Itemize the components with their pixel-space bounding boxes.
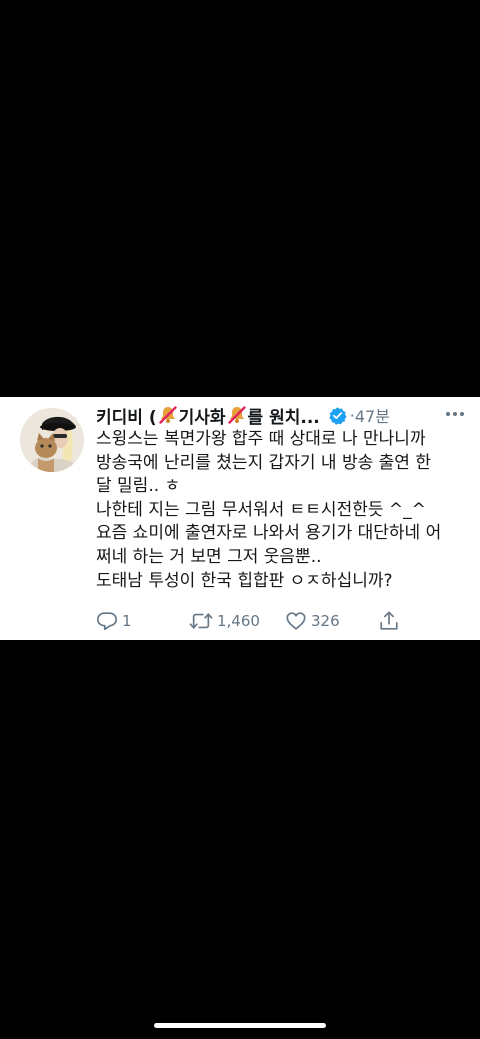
share-icon bbox=[380, 611, 398, 630]
tweet-text-line: 나한테 지는 그림 무서워서 ㅌㅌ시전한듯 ^_^ bbox=[96, 499, 426, 520]
muted-bell-icon bbox=[227, 406, 246, 424]
tweet-actions: 1 1,460 326 bbox=[96, 609, 468, 633]
tweet-timestamp[interactable]: 47분 bbox=[355, 403, 390, 427]
retweet-icon bbox=[189, 613, 213, 629]
tweet-text-line: 달 밀림.. ㅎ bbox=[96, 476, 181, 497]
muted-bell-icon bbox=[158, 406, 177, 424]
share-button[interactable] bbox=[378, 609, 400, 633]
heart-icon bbox=[286, 612, 306, 630]
tweet-text-line: 스윙스는 복면가왕 합주 때 상대로 나 만나니까 bbox=[96, 429, 426, 449]
reply-icon bbox=[97, 612, 117, 631]
tweet-text-line: 방송국에 난리를 쳤는지 갑자기 내 방송 출연 한 bbox=[96, 452, 431, 473]
tweet-card[interactable]: 키디비 ( 기사화 를 원치... · 47분 스윙스는 복면가왕 합주 때 상… bbox=[0, 397, 480, 640]
like-count: 326 bbox=[311, 612, 340, 630]
author-name[interactable]: 키디비 ( 기사화 를 원치... bbox=[96, 403, 320, 428]
like-button[interactable]: 326 bbox=[285, 609, 340, 633]
tweet-text-line: 쩌네 하는 거 보면 그저 웃음뿐.. bbox=[96, 546, 322, 567]
author-name-part: 를 원치... bbox=[247, 407, 320, 428]
tweet-header: 키디비 ( 기사화 를 원치... · 47분 bbox=[96, 402, 466, 428]
home-indicator[interactable] bbox=[154, 1023, 326, 1028]
author-name-part: 키디비 ( bbox=[96, 407, 157, 428]
reply-button[interactable]: 1 bbox=[96, 609, 132, 633]
tweet-text: 스윙스는 복면가왕 합주 때 상대로 나 만나니까 방송국에 난리를 쳤는지 갑… bbox=[96, 428, 468, 593]
tweet-text-line: 요즘 쇼미에 출연자로 나와서 용기가 대단하네 어 bbox=[96, 523, 442, 544]
more-dots-icon[interactable] bbox=[444, 406, 466, 422]
avatar[interactable] bbox=[20, 408, 84, 472]
tweet-text-line: 도태남 투성이 한국 힙합판 ㅇㅈ하십니까? bbox=[96, 570, 393, 591]
verified-badge-icon bbox=[329, 406, 347, 425]
retweet-count: 1,460 bbox=[217, 612, 260, 630]
reply-count: 1 bbox=[122, 612, 132, 630]
author-name-part: 기사화 bbox=[178, 407, 226, 428]
retweet-button[interactable]: 1,460 bbox=[189, 609, 260, 633]
